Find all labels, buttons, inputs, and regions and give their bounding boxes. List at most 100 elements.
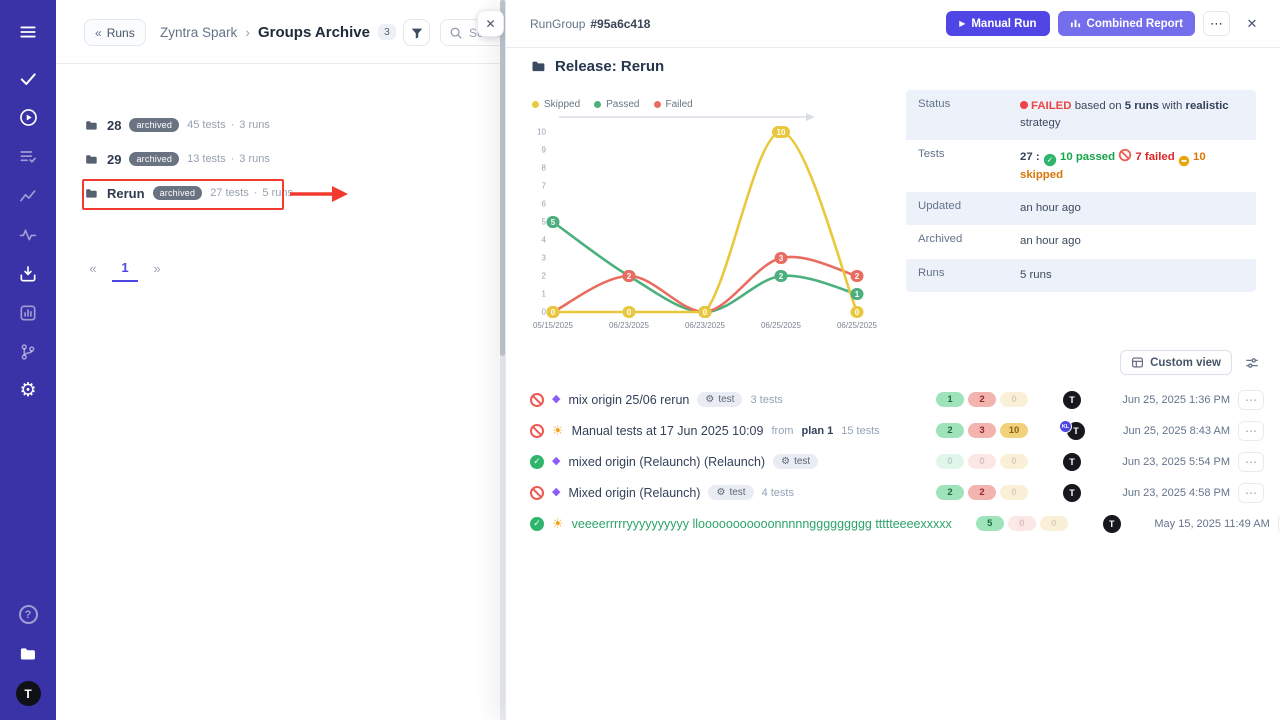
run-row[interactable]: ◆ mixed origin (Relaunch) (Relaunch) ⚙te… [530,446,1264,477]
group-row[interactable]: Rerun archived 27 tests · 5 runs [56,176,497,210]
run-count-pills: 5 0 0 [976,516,1072,531]
group-name: 28 [107,118,121,133]
pulse-icon[interactable] [8,215,48,254]
folder-icon [84,118,99,133]
run-row[interactable]: ◆ Mixed origin (Relaunch) ⚙test 4 tests … [530,477,1264,508]
svg-text:06/25/2025: 06/25/2025 [837,321,878,330]
run-title[interactable]: mix origin 25/06 rerun [568,393,689,407]
run-tag: ⚙test [773,454,818,469]
menu-icon[interactable] [8,12,48,51]
run-title[interactable]: mixed origin (Relaunch) (Relaunch) [568,455,765,469]
breadcrumb-current: Groups Archive [258,24,370,41]
legend-item[interactable]: Skipped [532,99,580,110]
run-title[interactable]: Mixed origin (Relaunch) [568,486,700,500]
back-to-runs-button[interactable]: « Runs [84,19,146,46]
custom-view-button[interactable]: Custom view [1120,350,1232,375]
svg-text:8: 8 [542,164,547,173]
archived-badge: archived [129,118,179,132]
run-menu-button[interactable]: ⋯ [1238,452,1264,472]
projects-folder-icon[interactable] [8,634,48,673]
next-page-button[interactable]: » [144,254,170,282]
breadcrumb-project-link[interactable]: Zyntra Spark [160,25,237,40]
run-menu-button[interactable]: ⋯ [1238,390,1264,410]
report-bars-icon [1070,18,1081,29]
breadcrumb: Zyntra Spark › Groups Archive 3 [160,0,396,64]
group-title: Release: Rerun [555,58,664,75]
passed-count-pill: 1 [936,392,964,407]
chart-legend: Skipped Passed Failed [532,99,693,110]
run-status-icon [530,393,544,407]
failed-count-pill: 0 [968,454,996,469]
run-date: May 15, 2025 11:49 AM [1152,518,1270,530]
run-avatars: T [1040,453,1104,471]
svg-text:3: 3 [542,254,547,263]
skipped-count-pill: 0 [1040,516,1068,531]
analytics-trend-icon[interactable] [8,176,48,215]
skipped-count-pill: 0 [1000,454,1028,469]
group-tests-count: 13 tests [187,153,226,165]
run-avatars: KLT [1040,422,1104,440]
branches-icon[interactable] [8,332,48,371]
run-row[interactable]: ☀ veeeerrrrryyyyyyyyyy llooooooooooonnnn… [530,508,1264,539]
groups-panel: « Runs Zyntra Spark › Groups Archive 3 2… [56,0,505,720]
import-icon[interactable] [8,254,48,293]
archived-value: an hour ago [1020,225,1256,258]
passed-count-pill: 2 [936,423,964,438]
legend-dot [654,101,661,108]
close-panel-button[interactable]: ✕ [1238,11,1266,36]
run-count-pills: 0 0 0 [936,454,1032,469]
run-status-icon [530,486,544,500]
run-origin-icon: ◆ [552,487,560,498]
group-meta-separator: · [231,153,235,165]
archived-label: Archived [906,225,1020,258]
legend-item[interactable]: Passed [594,99,639,110]
test-plans-icon[interactable] [8,137,48,176]
failed-count-pill: 0 [1008,516,1036,531]
reports-icon[interactable] [8,293,48,332]
legend-dot [594,101,601,108]
run-origin-icon: ☀ [552,424,564,437]
run-row[interactable]: ☀ Manual tests at 17 Jun 2025 10:09 from… [530,415,1264,446]
info-row-runs: Runs 5 runs [906,259,1256,292]
runs-toolbar: Custom view [1120,350,1264,375]
run-menu-button[interactable]: ⋯ [1238,483,1264,503]
user-avatar[interactable]: T [16,681,41,706]
prev-page-button[interactable]: « [80,254,106,282]
legend-item[interactable]: Failed [654,99,693,110]
svg-text:06/23/2025: 06/23/2025 [609,321,650,330]
run-row[interactable]: ◆ mix origin 25/06 rerun ⚙test 3 tests 1… [530,384,1264,415]
combined-report-button[interactable]: Combined Report [1058,11,1195,36]
settings-gear-icon[interactable]: ⚙ [8,371,48,410]
question-glyph: ? [19,605,38,624]
run-date: Jun 25, 2025 1:36 PM [1112,394,1230,406]
filter-button[interactable] [403,19,430,46]
play-run-icon[interactable] [8,98,48,137]
filter-sliders-button[interactable] [1240,351,1264,375]
run-status-icon [530,424,544,438]
gear-icon: ⚙ [705,395,714,405]
run-plan-link[interactable]: plan 1 [801,425,833,437]
svg-text:0: 0 [551,308,556,317]
avatar: T [1063,391,1081,409]
run-date: Jun 23, 2025 5:54 PM [1112,456,1230,468]
group-count-badge: 3 [378,24,396,40]
help-icon[interactable]: ? [8,595,48,634]
group-runs-count: 3 runs [239,119,270,131]
legend-label: Failed [666,99,693,110]
run-title[interactable]: Manual tests at 17 Jun 2025 10:09 [572,424,764,438]
more-options-button[interactable]: ⋯ [1203,11,1230,36]
group-row[interactable]: 29 archived 13 tests · 3 runs [56,142,497,176]
run-title[interactable]: veeeerrrrryyyyyyyyyy llooooooooooonnnnng… [572,517,952,531]
play-icon: ▶ [959,19,965,28]
runs-check-icon[interactable] [8,59,48,98]
status-label: Status [906,90,1020,140]
run-status-icon [530,517,544,531]
view-grid-icon [1131,356,1144,369]
manual-run-button[interactable]: ▶ Manual Run [946,11,1049,36]
current-page-button[interactable]: 1 [112,254,138,282]
legend-label: Skipped [544,99,580,110]
close-drawer-button[interactable]: ✕ [477,10,504,37]
run-menu-button[interactable]: ⋯ [1238,421,1264,441]
tests-value: 27 : 10 passed 7 failed 10 skipped [1020,140,1256,192]
group-row[interactable]: 28 archived 45 tests · 3 runs [56,108,497,142]
